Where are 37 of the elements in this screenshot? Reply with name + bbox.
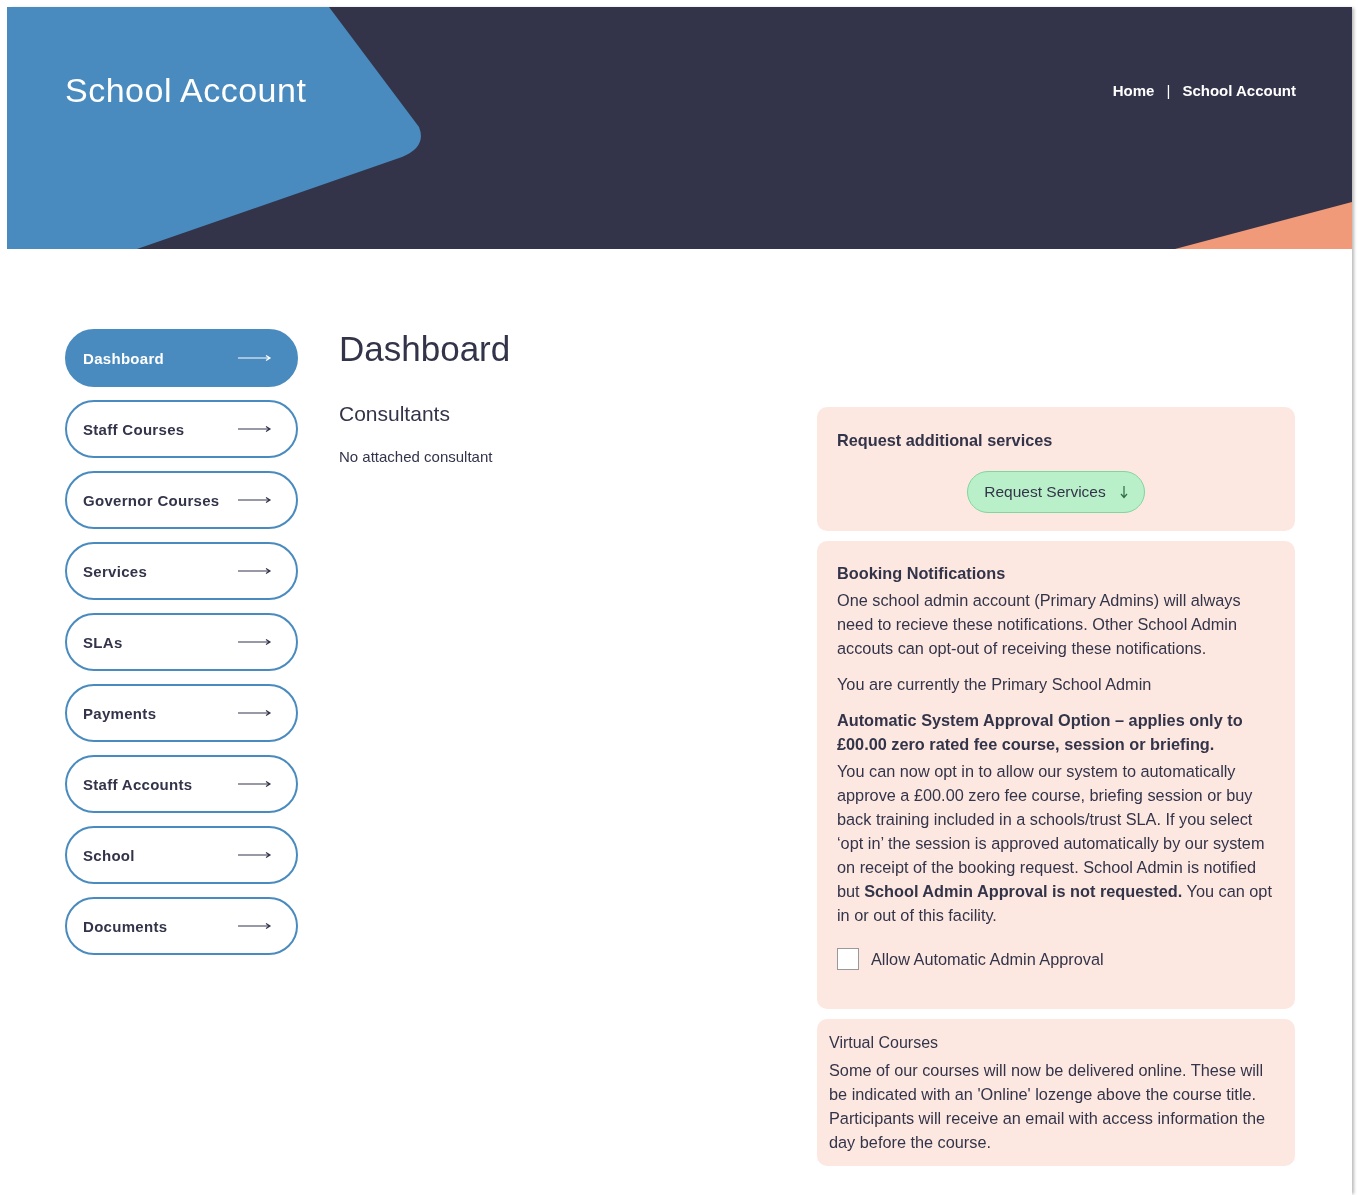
arrow-icon bbox=[238, 426, 272, 432]
request-services-button[interactable]: Request Services bbox=[967, 471, 1145, 513]
consultant-text: No attached consultant bbox=[339, 448, 494, 465]
sidebar-item[interactable]: Governor Courses bbox=[65, 471, 298, 529]
breadcrumb-link[interactable]: School Account bbox=[1182, 82, 1296, 99]
card-paragraph: You are currently the Primary School Admin bbox=[837, 674, 1153, 695]
arrow-icon bbox=[238, 639, 272, 645]
sidebar-item[interactable]: Payments bbox=[65, 684, 298, 742]
arrow-icon bbox=[238, 710, 272, 716]
sidebar-item[interactable]: Documents bbox=[65, 897, 298, 955]
approval-heading: Automatic System Approval Option – applies only to £00.00 zero rated fee course, session or briefing. bbox=[837, 710, 1244, 755]
consultants-heading: Consultants bbox=[339, 402, 451, 426]
arrow-icon bbox=[238, 355, 272, 361]
sidebar-item[interactable]: Staff Accounts bbox=[65, 755, 298, 813]
breadcrumb-link[interactable]: Home bbox=[1112, 82, 1155, 99]
approval-paragraph: You can now opt in to allow our system to automatically approve a £00.00 zero fee course, briefing session or buy back training included in a schools/trust SLA. If you select ‘opt in’ the session is approved automatically by our system on receipt of the booking request. School Admin is notified but School Admin Approval is not requested. You can opt in or out of this facility. bbox=[837, 761, 1273, 926]
arrow-icon bbox=[238, 852, 272, 858]
arrow-icon bbox=[238, 923, 272, 929]
card-paragraph: One school admin account (Primary Admins) will always need to recieve these notifications. Other School Admin accouts can opt-out of receiving these notifications. bbox=[837, 590, 1242, 659]
arrow-icon bbox=[238, 497, 272, 503]
sidebar-item[interactable]: School bbox=[65, 826, 298, 884]
sidebar-item[interactable]: Services bbox=[65, 542, 298, 600]
sidebar-item[interactable]: Staff Courses bbox=[65, 400, 298, 458]
page-title: School Account bbox=[65, 71, 307, 110]
checkbox[interactable] bbox=[837, 948, 859, 970]
sidebar-item[interactable]: Dashboard bbox=[65, 329, 298, 387]
down-arrow-icon bbox=[1119, 485, 1128, 499]
arrow-icon bbox=[238, 781, 272, 787]
card-heading: Booking Notifications bbox=[837, 563, 1007, 584]
arrow-icon bbox=[238, 568, 272, 574]
checkbox-label: Allow Automatic Admin Approval bbox=[871, 949, 1104, 970]
card-heading: Virtual Courses bbox=[829, 1033, 940, 1053]
breadcrumb-separator: | bbox=[1166, 82, 1171, 99]
dashboard-heading: Dashboard bbox=[339, 329, 512, 369]
card-paragraph: Some of our courses will now be delivered online. These will be indicated with an 'Online' lozenge above the course title. Participants will receive an email with access information the day before the course. bbox=[829, 1060, 1267, 1153]
sidebar-item[interactable]: SLAs bbox=[65, 613, 298, 671]
card-heading: Request additional services bbox=[837, 430, 1054, 451]
